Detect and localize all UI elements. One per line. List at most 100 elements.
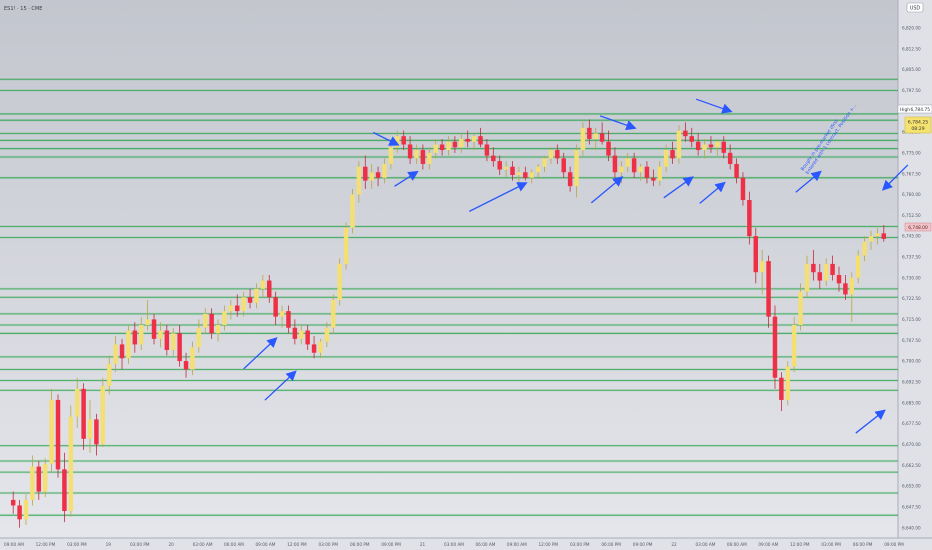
x-tick-label: 19 <box>106 542 112 547</box>
candle-body <box>708 144 714 148</box>
currency-badge[interactable]: USD <box>906 2 924 13</box>
y-tick-label: 6,655.00 <box>902 484 921 489</box>
candle[interactable] <box>331 294 336 334</box>
candle-body <box>145 319 150 325</box>
x-tick-label: 09:00 AM <box>507 542 527 547</box>
y-tick-label: 6,737.50 <box>902 255 921 260</box>
candle-body <box>670 150 675 159</box>
y-tick-label: 6,707.50 <box>902 338 921 343</box>
candle[interactable] <box>337 258 342 306</box>
candle-body <box>631 158 637 173</box>
candle-body <box>260 280 266 289</box>
candle-body <box>503 166 509 170</box>
candle-body <box>94 419 99 445</box>
candlestick-chart[interactable]: 6,640.00 6,647.50 6,655.00 6,662.50 6,670.00… <box>0 0 932 550</box>
x-tick-label: 09:00 AM <box>4 542 24 547</box>
candle-body <box>170 333 176 350</box>
x-tick-label: 22 <box>671 542 677 547</box>
candle-body <box>644 166 650 178</box>
x-tick-label: 03:00 AM <box>444 542 464 547</box>
y-tick-label: 6,820.00 <box>902 25 921 30</box>
candle-body <box>388 147 394 164</box>
candle-body <box>363 166 368 181</box>
candle-body <box>727 152 733 164</box>
candle-body <box>830 263 835 275</box>
x-tick-label: 03:00 AM <box>193 542 213 547</box>
candle[interactable] <box>68 405 74 517</box>
candle-body <box>81 388 86 439</box>
x-tick-label: 03:00 PM <box>570 542 590 547</box>
candle-body <box>23 499 29 520</box>
high-price-tag: High 6,784.75 <box>897 104 932 114</box>
x-tick-label: 03:00 PM <box>319 542 339 547</box>
currency-label: USD <box>910 6 921 12</box>
candle-body <box>555 150 560 159</box>
candle-body <box>478 136 483 145</box>
y-tick-label: 6,715.00 <box>902 317 921 322</box>
candle-body <box>196 327 202 348</box>
y-tick-label: 6,745.00 <box>902 234 921 239</box>
candle-body <box>523 172 528 178</box>
candle-body <box>241 297 246 312</box>
candle-body <box>606 141 611 156</box>
candle[interactable] <box>772 305 778 389</box>
candle-body <box>599 133 605 142</box>
candle[interactable] <box>350 188 355 234</box>
candle-body <box>273 297 278 317</box>
x-tick-label: 12:00 PM <box>36 542 56 547</box>
candle-body <box>836 275 842 284</box>
candle-body <box>414 150 419 159</box>
candle-body <box>747 200 752 237</box>
candle-body <box>311 344 317 353</box>
candle-body <box>324 327 330 342</box>
candle-body <box>510 166 515 176</box>
candle-body <box>881 233 887 239</box>
candle[interactable] <box>42 458 48 498</box>
x-tick-label: 12:00 PM <box>539 542 559 547</box>
candle-body <box>375 172 381 178</box>
candle[interactable] <box>343 222 349 270</box>
candle-body <box>407 144 413 159</box>
candle-body <box>862 241 867 256</box>
candle-body <box>183 361 189 370</box>
candle-body <box>151 319 157 339</box>
candle-body <box>625 158 630 167</box>
candle-body <box>759 261 765 273</box>
candle[interactable] <box>49 388 54 473</box>
candle-body <box>804 263 810 292</box>
x-tick-label: 09:00 PM <box>884 542 904 547</box>
candle-body <box>875 233 880 237</box>
candle-body <box>855 255 861 278</box>
candle-body <box>811 263 816 273</box>
candle[interactable] <box>676 125 682 164</box>
candle-body <box>42 463 48 492</box>
x-tick-label: 21 <box>420 542 426 547</box>
candle-body <box>868 236 874 242</box>
candle-body <box>420 150 426 164</box>
candle-body <box>343 227 349 264</box>
candle-body <box>676 130 682 159</box>
y-tick-label: 6,775.00 <box>902 150 921 155</box>
candle-body <box>36 466 42 492</box>
high-label: High <box>900 107 910 113</box>
candle-body <box>849 277 855 295</box>
candle-body <box>74 388 80 417</box>
x-tick-label: 09:00 PM <box>633 542 653 547</box>
candle-body <box>465 138 470 142</box>
candle-body <box>843 283 848 295</box>
candle[interactable] <box>126 324 131 364</box>
candle-body <box>817 272 823 281</box>
candle[interactable] <box>100 377 106 448</box>
candle-body <box>535 166 541 173</box>
candle-body <box>87 419 93 439</box>
candle-body <box>382 163 387 178</box>
candle[interactable] <box>55 394 61 478</box>
candle[interactable] <box>785 361 791 406</box>
candle-body <box>215 324 221 334</box>
candle-body <box>459 138 464 148</box>
y-tick-label: 6,692.50 <box>902 379 921 384</box>
candle-body <box>587 127 592 139</box>
last-price-tag: 6,784.25 08:29 <box>904 116 932 134</box>
candle-body <box>30 466 35 500</box>
candle-body <box>305 330 310 345</box>
